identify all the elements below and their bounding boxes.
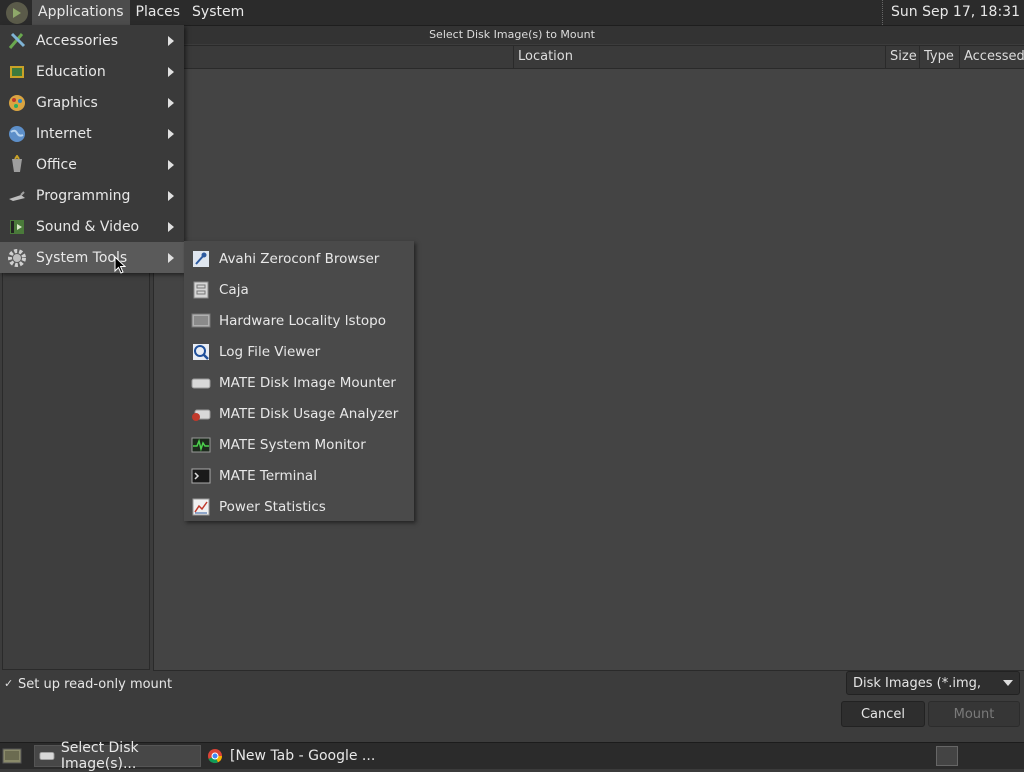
menu-item-label: Internet [36,125,92,142]
mount-button[interactable]: Mount [928,701,1020,727]
system-monitor-icon [191,435,211,455]
clock[interactable]: Sun Sep 17, 18:31 [882,0,1020,25]
column-type[interactable]: Type [919,46,960,68]
menu-item-label: Avahi Zeroconf Browser [219,250,380,267]
terminal-icon [191,466,211,486]
programming-icon [6,185,28,207]
bottom-taskbar: Select Disk Image(s)... [New Tab - Googl… [0,740,1024,772]
disk-usage-icon [191,404,211,424]
submenu-arrow-icon [168,191,174,201]
system-tools-submenu: Avahi Zeroconf Browser Caja Hardware Loc… [184,241,414,521]
disk-mounter-icon [191,373,211,393]
submenu-arrow-icon [168,160,174,170]
menu-item-label: Sound & Video [36,218,140,235]
menu-item-disk-usage-analyzer[interactable]: MATE Disk Usage Analyzer [184,398,414,429]
menu-item-label: MATE Disk Image Mounter [219,374,396,391]
submenu-arrow-icon [168,253,174,263]
power-stats-icon [191,497,211,517]
cancel-button[interactable]: Cancel [841,701,925,727]
menu-item-label: MATE Disk Usage Analyzer [219,405,399,422]
log-viewer-icon [191,342,211,362]
readonly-checkbox[interactable]: ✓ Set up read-only mount [4,675,172,693]
menu-item-label: Education [36,63,106,80]
menu-item-education[interactable]: Education [0,56,184,87]
education-icon [6,61,28,83]
hardware-icon [191,311,211,331]
column-size[interactable]: Size [885,46,918,68]
task-label: [New Tab - Google ... [230,748,376,764]
menu-item-label: Power Statistics [219,498,326,515]
applications-dropdown: Accessories Education Graphics Internet … [0,25,184,273]
menu-item-power-statistics[interactable]: Power Statistics [184,491,414,522]
menu-item-accessories[interactable]: Accessories [0,25,184,56]
menu-item-label: Caja [219,281,249,298]
dialog-bottom-bar: ✓ Set up read-only mount Disk Images (*.… [0,671,1024,742]
accessories-icon [6,30,28,52]
places-sidebar[interactable] [2,272,150,670]
menu-item-graphics[interactable]: Graphics [0,87,184,118]
column-accessed[interactable]: Accessed [959,46,1024,68]
menu-item-system-tools[interactable]: System Tools [0,242,184,273]
internet-icon [6,123,28,145]
graphics-icon [6,92,28,114]
disk-mounter-icon [39,752,55,760]
menu-item-label: Office [36,156,77,173]
caja-icon [191,280,211,300]
menu-item-label: Log File Viewer [219,343,321,360]
submenu-arrow-icon [168,129,174,139]
checkmark-icon: ✓ [4,677,14,690]
menu-item-hardware-locality[interactable]: Hardware Locality lstopo [184,305,414,336]
menu-item-system-monitor[interactable]: MATE System Monitor [184,429,414,460]
column-location[interactable]: Location [513,46,886,68]
menu-item-label: Programming [36,187,131,204]
menu-item-log-file-viewer[interactable]: Log File Viewer [184,336,414,367]
menu-item-sound-video[interactable]: Sound & Video [0,211,184,242]
readonly-label: Set up read-only mount [18,676,173,692]
menu-bar: Applications Places System [0,0,250,25]
mate-logo-icon[interactable] [6,1,28,24]
menu-item-office[interactable]: Office [0,149,184,180]
sound-video-icon [6,216,28,238]
menu-item-label: Accessories [36,32,119,49]
show-desktop-icon[interactable] [2,747,22,765]
menu-item-avahi[interactable]: Avahi Zeroconf Browser [184,243,414,274]
column-header: me Location Size Type Accessed [154,46,1024,69]
submenu-arrow-icon [168,222,174,232]
system-tools-icon [6,247,28,269]
menu-item-label: MATE Terminal [219,467,317,484]
office-icon [6,154,28,176]
menu-item-caja[interactable]: Caja [184,274,414,305]
workspace-switcher-icon[interactable] [936,746,958,766]
menu-item-terminal[interactable]: MATE Terminal [184,460,414,491]
menu-item-disk-image-mounter[interactable]: MATE Disk Image Mounter [184,367,414,398]
mouse-cursor-icon [114,256,126,274]
avahi-icon [191,249,211,269]
dropdown-arrow-icon [1003,680,1013,686]
task-disk-image-dialog[interactable]: Select Disk Image(s)... [34,740,201,772]
menu-item-programming[interactable]: Programming [0,180,184,211]
task-chrome[interactable]: [New Tab - Google ... [202,745,392,767]
submenu-arrow-icon [168,67,174,77]
chrome-icon [208,749,222,764]
submenu-arrow-icon [168,98,174,108]
places-menu[interactable]: Places [130,0,187,25]
menu-item-label: Hardware Locality lstopo [219,312,386,329]
submenu-arrow-icon [168,36,174,46]
applications-menu[interactable]: Applications [32,0,130,25]
top-panel: Applications Places System Sun Sep 17, 1… [0,0,1024,26]
menu-item-label: MATE System Monitor [219,436,366,453]
file-type-filter[interactable]: Disk Images (*.img, *.iso) [846,671,1020,715]
system-menu[interactable]: System [186,0,250,25]
menu-item-internet[interactable]: Internet [0,118,184,149]
column-name[interactable]: me [154,46,513,68]
task-label: Select Disk Image(s)... [60,740,139,772]
menu-item-label: Graphics [36,94,98,111]
